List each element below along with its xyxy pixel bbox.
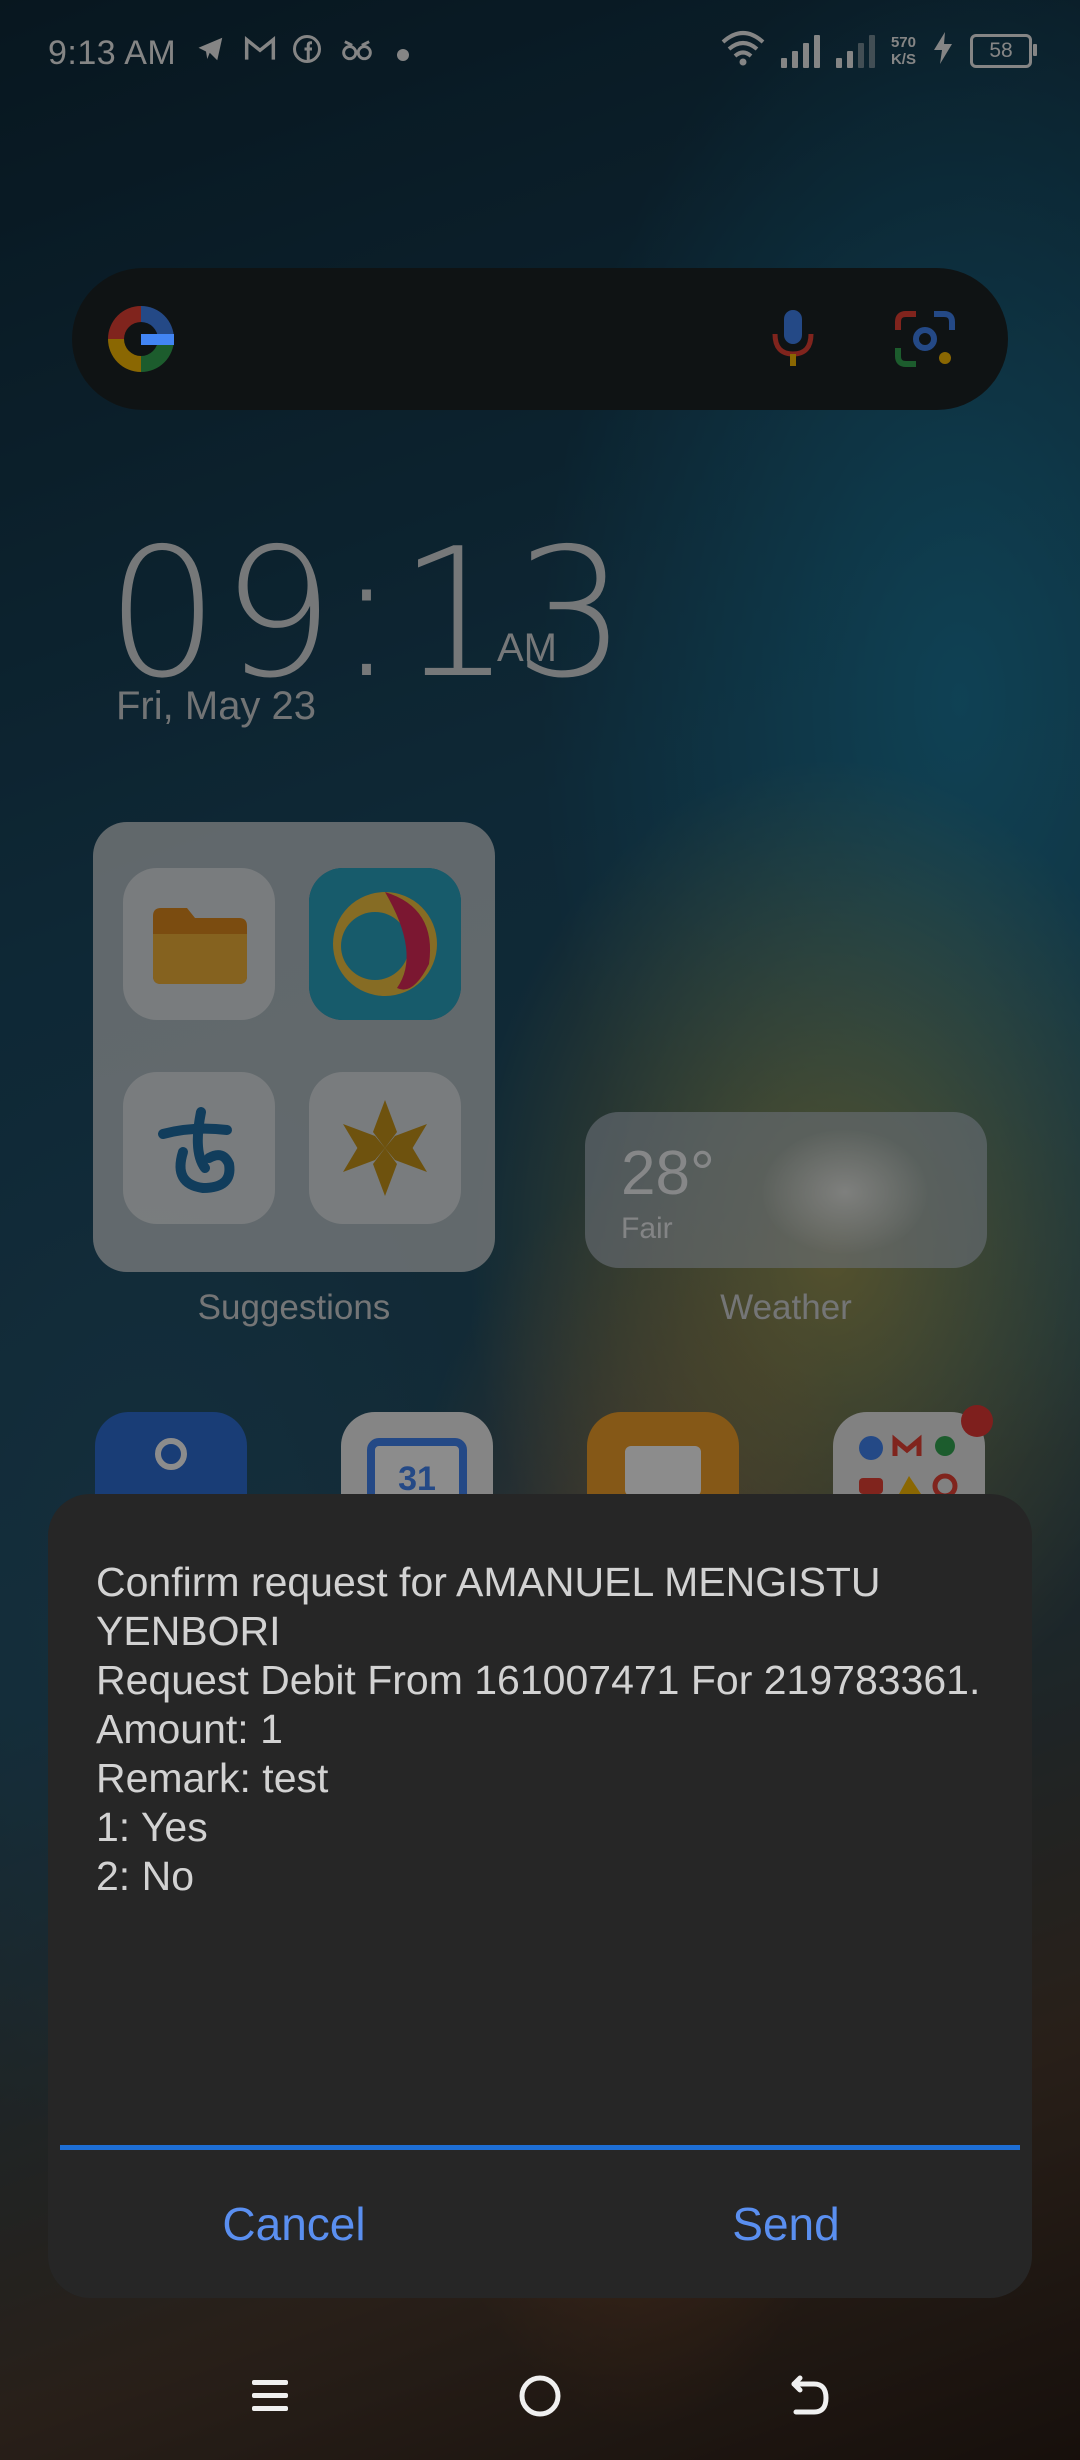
clock-ampm: AM [497,626,557,670]
status-bar: 9:13 AM 570 K/S 58 [0,0,1080,110]
gmail-icon [244,35,276,71]
battery-indicator: 58 [970,33,1037,68]
reply-input[interactable] [60,2062,1020,2150]
back-icon[interactable] [770,2356,850,2436]
google-lens-icon[interactable] [890,306,960,372]
dot-icon [388,36,418,70]
signal-strength-2-icon [835,34,875,68]
telegram-icon [196,34,226,72]
ussd-dialog: Confirm request for AMANUEL MENGISTU YEN… [48,1494,1032,2298]
weather-condition: Fair [621,1212,673,1245]
menu-icon[interactable] [230,2356,310,2436]
signal-strength-icon [780,34,820,68]
status-right: 570 K/S 58 [721,30,1037,71]
app-gold-icon[interactable] [309,1072,461,1224]
net-speed: 570 K/S [891,34,916,68]
infinity-icon [340,34,372,72]
charging-icon [932,31,954,70]
microphone-icon[interactable] [758,306,828,372]
app-blue-icon[interactable] [123,1072,275,1224]
suggestions-label: Suggestions [197,1288,391,1327]
files-icon[interactable] [123,868,275,1020]
facebook-icon [292,34,322,72]
status-time: 9:13 AM [48,34,177,72]
google-search-bar[interactable] [72,268,1008,410]
suggestions-folder[interactable] [93,822,495,1272]
browser-icon[interactable] [309,868,461,1020]
cancel-button[interactable]: Cancel [48,2154,540,2294]
wifi-icon [721,30,765,71]
dialog-message: Confirm request for AMANUEL MENGISTU YEN… [96,1559,981,1899]
home-screen: 9:13 AM 570 K/S 58 09:13 AM Fri, May 23 … [0,0,1080,2460]
notification-icons [196,34,418,72]
weather-label: Weather [720,1288,852,1327]
net-speed-value: 570 [890,33,916,51]
svg-text:31: 31 [398,1460,436,1498]
net-speed-unit: K/S [890,50,916,68]
clock-date[interactable]: Fri, May 23 [116,684,316,729]
notification-badge [961,1405,993,1437]
google-logo-icon [108,306,174,372]
navigation-bar [0,2330,1080,2460]
weather-widget[interactable]: 28° Fair [585,1112,987,1268]
home-icon[interactable] [500,2356,580,2436]
weather-temperature: 28° [621,1139,715,1208]
send-button[interactable]: Send [540,2154,1032,2294]
